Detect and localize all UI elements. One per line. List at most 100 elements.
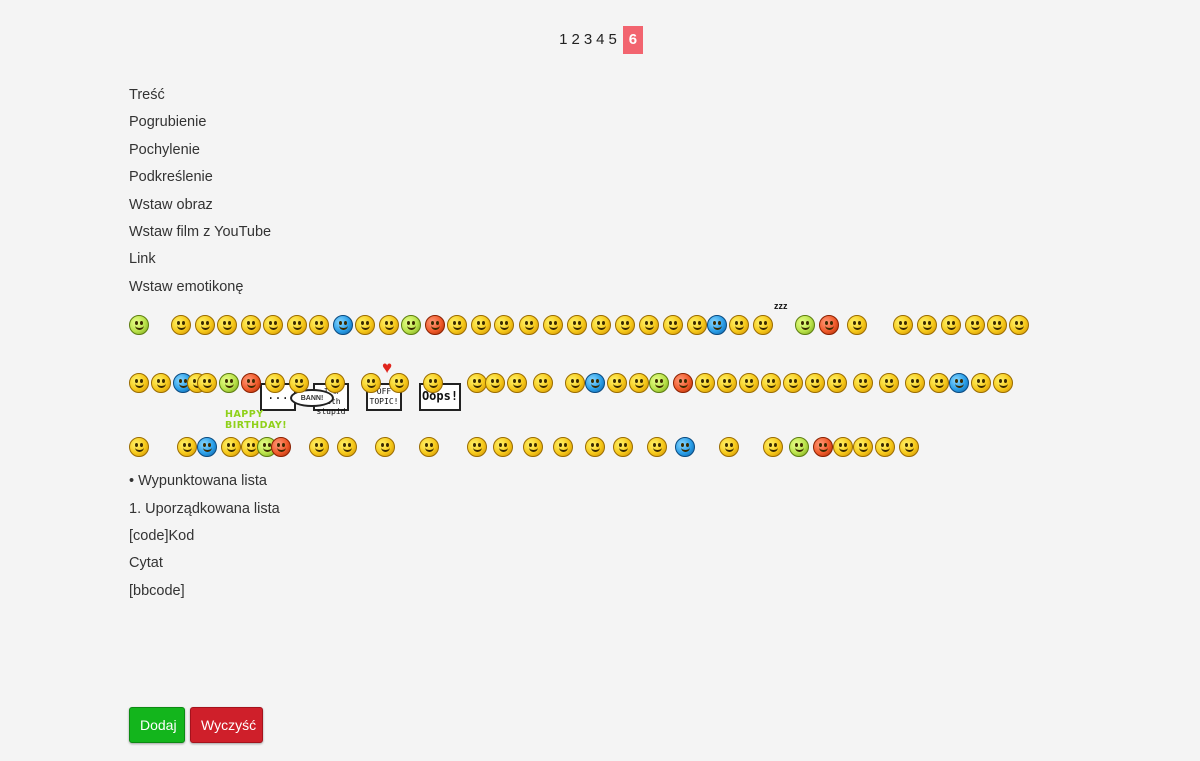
page-link-2[interactable]: 2 — [569, 26, 581, 54]
tool-bulleted-list[interactable]: • Wypunktowana lista — [129, 468, 1069, 495]
emoticon-icon[interactable] — [533, 373, 553, 394]
emoticon-icon[interactable] — [195, 315, 215, 336]
emoticon-icon[interactable] — [707, 315, 727, 336]
emoticon-icon[interactable] — [467, 437, 487, 458]
tool-bbcode[interactable]: [bbcode] — [129, 578, 1069, 605]
tool-underline[interactable]: Podkreślenie — [129, 164, 1069, 191]
page-link-6-active[interactable]: 6 — [622, 26, 643, 54]
emoticon-icon[interactable] — [171, 315, 191, 336]
emoticon-icon[interactable] — [471, 315, 491, 336]
emoticon-icon[interactable] — [375, 437, 395, 458]
emoticon-icon[interactable] — [129, 437, 149, 458]
emoticon-icon[interactable] — [355, 315, 375, 336]
emoticon-icon[interactable] — [287, 315, 307, 336]
emoticon-icon[interactable] — [783, 373, 803, 394]
emoticon-icon[interactable] — [389, 373, 409, 394]
emoticon-icon[interactable] — [917, 315, 937, 336]
emoticon-icon[interactable] — [833, 437, 853, 458]
emoticon-icon[interactable] — [447, 315, 467, 336]
emoticon-icon[interactable] — [879, 373, 899, 394]
emoticon-icon[interactable] — [197, 437, 217, 458]
emoticon-icon[interactable] — [1009, 315, 1029, 336]
tool-ordered-list[interactable]: 1. Uporządkowana lista — [129, 496, 1069, 523]
emoticon-icon[interactable] — [553, 437, 573, 458]
tool-insert-emoticon[interactable]: Wstaw emotikonę — [129, 274, 1069, 301]
emoticon-icon[interactable] — [567, 315, 587, 336]
emoticon-icon[interactable] — [663, 315, 683, 336]
emoticon-icon[interactable] — [241, 373, 261, 394]
emoticon-icon[interactable] — [607, 373, 627, 394]
page-link-3[interactable]: 3 — [582, 26, 594, 54]
emoticon-icon[interactable] — [401, 315, 421, 336]
emoticon-icon[interactable] — [893, 315, 913, 336]
emoticon-icon[interactable] — [739, 373, 759, 394]
emoticon-icon[interactable] — [647, 437, 667, 458]
emoticon-icon[interactable] — [565, 373, 585, 394]
emoticon-icon[interactable] — [971, 373, 991, 394]
emoticon-icon[interactable] — [221, 437, 241, 458]
emoticon-icon[interactable] — [949, 373, 969, 394]
emoticon-icon[interactable] — [129, 315, 149, 336]
add-button[interactable]: Dodaj — [129, 707, 185, 743]
emoticon-icon[interactable] — [795, 315, 815, 336]
page-link-4[interactable]: 4 — [594, 26, 606, 54]
emoticon-icon[interactable] — [719, 437, 739, 458]
tool-insert-image[interactable]: Wstaw obraz — [129, 192, 1069, 219]
emoticon-icon[interactable] — [129, 373, 149, 394]
emoticon-icon[interactable] — [177, 437, 197, 458]
emoticon-icon[interactable] — [853, 373, 873, 394]
emoticon-icon[interactable] — [899, 437, 919, 458]
emoticon-icon[interactable] — [673, 373, 693, 394]
emoticon-icon[interactable] — [805, 373, 825, 394]
emoticon-icon[interactable] — [523, 437, 543, 458]
emoticon-icon[interactable] — [847, 315, 867, 336]
emoticon-icon[interactable] — [493, 437, 513, 458]
tool-link[interactable]: Link — [129, 246, 1069, 273]
emoticon-icon[interactable] — [519, 315, 539, 336]
emoticon-icon[interactable] — [585, 373, 605, 394]
tool-italic[interactable]: Pochylenie — [129, 137, 1069, 164]
emoticon-icon[interactable] — [875, 437, 895, 458]
emoticon-icon[interactable] — [333, 315, 353, 336]
emoticon-icon[interactable] — [717, 373, 737, 394]
emoticon-icon[interactable] — [763, 437, 783, 458]
emoticon-icon[interactable] — [485, 373, 505, 394]
tool-code[interactable]: [code]Kod — [129, 523, 1069, 550]
emoticon-icon[interactable] — [819, 315, 839, 336]
emoticon-icon[interactable] — [941, 315, 961, 336]
emoticon-icon[interactable] — [507, 373, 527, 394]
emoticon-icon[interactable] — [613, 437, 633, 458]
emoticon-icon[interactable] — [649, 373, 669, 394]
tool-insert-youtube[interactable]: Wstaw film z YouTube — [129, 219, 1069, 246]
emoticon-icon[interactable] — [263, 315, 283, 336]
emoticon-icon[interactable] — [217, 315, 237, 336]
emoticon-icon[interactable] — [753, 315, 773, 336]
emoticon-icon[interactable] — [675, 437, 695, 458]
emoticon-icon[interactable] — [585, 437, 605, 458]
emoticon-icon[interactable] — [639, 315, 659, 336]
emoticon-birthday[interactable]: HAPPY BIRTHDAY! — [225, 409, 287, 431]
page-link-5[interactable]: 5 — [607, 26, 619, 54]
emoticon-icon[interactable] — [987, 315, 1007, 336]
emoticon-icon[interactable] — [219, 373, 239, 394]
emoticon-icon[interactable] — [419, 437, 439, 458]
emoticon-icon[interactable] — [271, 437, 291, 458]
emoticon-icon[interactable] — [337, 437, 357, 458]
emoticon-icon[interactable] — [425, 315, 445, 336]
emoticon-icon[interactable] — [853, 437, 873, 458]
emoticon-icon[interactable] — [494, 315, 514, 336]
emoticon-icon[interactable] — [629, 373, 649, 394]
emoticon-icon[interactable] — [309, 437, 329, 458]
emoticon-icon[interactable] — [929, 373, 949, 394]
emoticon-icon[interactable] — [543, 315, 563, 336]
emoticon-icon[interactable] — [197, 373, 217, 394]
emoticon-icon[interactable] — [467, 373, 487, 394]
clear-button[interactable]: Wyczyść — [190, 707, 263, 743]
tool-bold[interactable]: Pogrubienie — [129, 109, 1069, 136]
emoticon-icon[interactable] — [591, 315, 611, 336]
page-link-1[interactable]: 1 — [557, 26, 569, 54]
emoticon-icon[interactable] — [379, 315, 399, 336]
emoticon-icon[interactable] — [729, 315, 749, 336]
tool-quote[interactable]: Cytat — [129, 550, 1069, 577]
emoticon-icon[interactable] — [241, 315, 261, 336]
